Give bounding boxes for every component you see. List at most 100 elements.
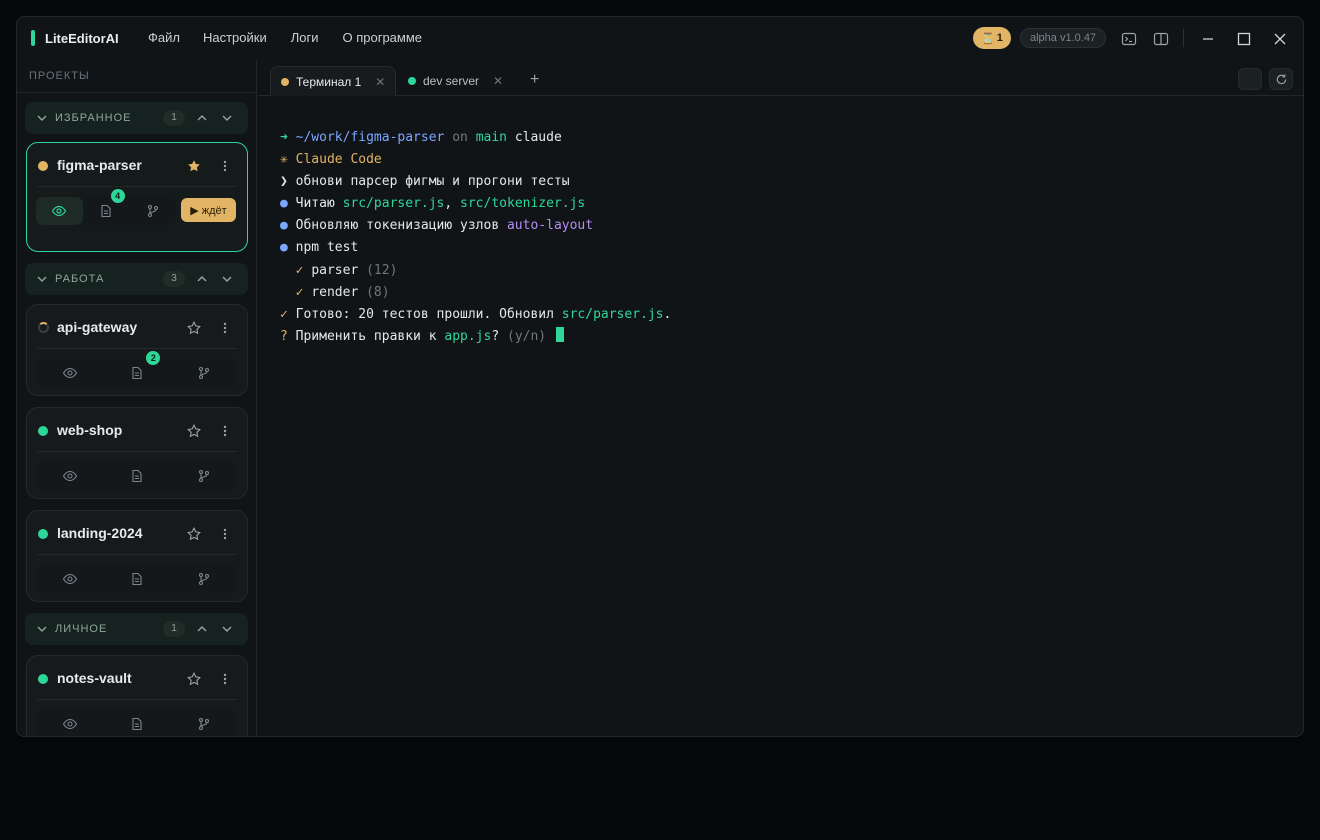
check-icon: ✓	[295, 285, 304, 300]
app-title: LiteEditorAI	[45, 31, 119, 46]
star-outline-icon[interactable]	[182, 419, 206, 443]
done-prefix: Готово: 20 тестов прошли. Обновил	[295, 307, 554, 322]
file-icon[interactable]	[103, 462, 170, 490]
project-name: landing-2024	[57, 525, 143, 541]
maximize-icon[interactable]	[1233, 28, 1255, 50]
pending-tasks-badge[interactable]: ⏳ 1	[973, 27, 1011, 49]
check-icon: ✓	[295, 263, 304, 278]
move-down-icon[interactable]	[220, 111, 234, 125]
move-up-icon[interactable]	[195, 272, 209, 286]
tab-terminal-1[interactable]: Терминал 1 ✕	[270, 66, 397, 96]
eye-icon[interactable]	[36, 710, 103, 736]
panel-toggle-button[interactable]	[1238, 68, 1262, 90]
file-icon[interactable]: 4	[83, 189, 130, 225]
bullet-icon: ●	[280, 196, 288, 211]
project-card-figma-parser[interactable]: figma-parser 4 ▶ ждёт	[26, 142, 248, 252]
eye-icon[interactable]	[36, 462, 103, 490]
file-icon[interactable]	[103, 565, 170, 593]
project-name: web-shop	[57, 422, 123, 438]
file-icon[interactable]: 2	[103, 351, 170, 387]
question-prefix: Применить правки к	[295, 329, 437, 344]
terminal-line-run: ● npm test	[280, 238, 358, 258]
app-window: LiteEditorAI Файл Настройки Логи О прогр…	[16, 16, 1304, 737]
question-icon: ?	[280, 329, 288, 344]
titlebar-divider	[1183, 29, 1184, 47]
prompt-command: claude	[514, 130, 562, 145]
terminal-line-test: ✓ render (8)	[280, 283, 390, 303]
git-branch-icon[interactable]	[171, 359, 238, 387]
git-branch-icon[interactable]	[129, 197, 176, 225]
close-tab-icon[interactable]: ✕	[493, 74, 503, 88]
hourglass-icon: ⏳	[981, 32, 995, 45]
project-card-landing-2024[interactable]: landing-2024	[26, 510, 248, 602]
minimize-icon[interactable]	[1197, 28, 1219, 50]
move-up-icon[interactable]	[195, 111, 209, 125]
tab-status-dot	[281, 77, 289, 86]
chevron-down-icon[interactable]	[35, 111, 49, 125]
close-tab-icon[interactable]: ✕	[375, 75, 385, 89]
project-card-notes-vault[interactable]: notes-vault	[26, 655, 248, 736]
pending-tasks-count: 1	[996, 32, 1003, 44]
eye-icon[interactable]	[36, 197, 83, 225]
more-icon[interactable]	[213, 667, 237, 691]
question-options: (y/n)	[507, 329, 547, 344]
done-suffix: .	[663, 307, 672, 322]
add-tab-icon[interactable]: +	[530, 72, 539, 88]
tab-dev-server[interactable]: dev server ✕	[398, 66, 513, 96]
update-prefix: Обновляю токенизацию узлов	[295, 218, 500, 233]
waiting-button[interactable]: ▶ ждёт	[181, 198, 236, 222]
chevron-down-icon[interactable]	[35, 622, 49, 636]
move-up-icon[interactable]	[195, 622, 209, 636]
chevron-down-icon[interactable]	[35, 272, 49, 286]
group-work[interactable]: РАБОТА 3	[25, 263, 248, 295]
title-bar: LiteEditorAI Файл Настройки Логи О прогр…	[17, 17, 1303, 60]
move-down-icon[interactable]	[220, 272, 234, 286]
file-icon[interactable]	[103, 710, 170, 736]
terminal-line-update: ● Обновляю токенизацию узлов auto-layout	[280, 216, 593, 236]
menu-about[interactable]: О программе	[342, 30, 422, 45]
more-icon[interactable]	[213, 419, 237, 443]
eye-icon[interactable]	[36, 565, 103, 593]
project-name: figma-parser	[57, 157, 142, 173]
test-count: (8)	[366, 285, 390, 300]
refresh-icon[interactable]	[1269, 68, 1293, 90]
terminal-icon[interactable]	[1118, 28, 1140, 50]
star-outline-icon[interactable]	[182, 316, 206, 340]
close-icon[interactable]	[1269, 28, 1291, 50]
star-icon[interactable]	[182, 154, 206, 178]
more-icon[interactable]	[213, 154, 237, 178]
star-outline-icon[interactable]	[182, 522, 206, 546]
read-sep: ,	[444, 196, 453, 211]
tab-label: Терминал 1	[296, 74, 362, 89]
menu-file[interactable]: Файл	[148, 30, 180, 45]
tab-bar: Терминал 1 ✕ dev server ✕ +	[258, 60, 1303, 96]
move-down-icon[interactable]	[220, 622, 234, 636]
project-card-api-gateway[interactable]: api-gateway 2	[26, 304, 248, 396]
project-card-web-shop[interactable]: web-shop	[26, 407, 248, 499]
card-divider	[37, 451, 237, 452]
status-dot	[38, 529, 48, 539]
git-branch-icon[interactable]	[171, 710, 238, 736]
star-outline-icon[interactable]	[182, 667, 206, 691]
group-personal[interactable]: ЛИЧНОЕ 1	[25, 613, 248, 645]
menu-logs[interactable]: Логи	[291, 30, 319, 45]
terminal-line-banner: ✳ Claude Code	[280, 152, 382, 167]
done-file: src/parser.js	[561, 307, 664, 322]
menu-settings[interactable]: Настройки	[203, 30, 267, 45]
more-icon[interactable]	[213, 316, 237, 340]
more-icon[interactable]	[213, 522, 237, 546]
read-file-2: src/tokenizer.js	[460, 196, 586, 211]
card-actions	[36, 462, 238, 490]
sidebar-heading: ПРОЕКТЫ	[29, 70, 90, 82]
status-dot	[38, 426, 48, 436]
group-name: ИЗБРАННОЕ	[55, 112, 132, 124]
split-view-icon[interactable]	[1150, 28, 1172, 50]
card-actions: 2	[36, 351, 238, 387]
project-name: notes-vault	[57, 670, 132, 686]
eye-icon[interactable]	[36, 359, 103, 387]
git-branch-icon[interactable]	[171, 565, 238, 593]
check-icon: ✓	[280, 307, 288, 322]
group-favorites[interactable]: ИЗБРАННОЕ 1	[25, 102, 248, 134]
git-branch-icon[interactable]	[171, 462, 238, 490]
loading-spinner-icon	[38, 322, 49, 333]
